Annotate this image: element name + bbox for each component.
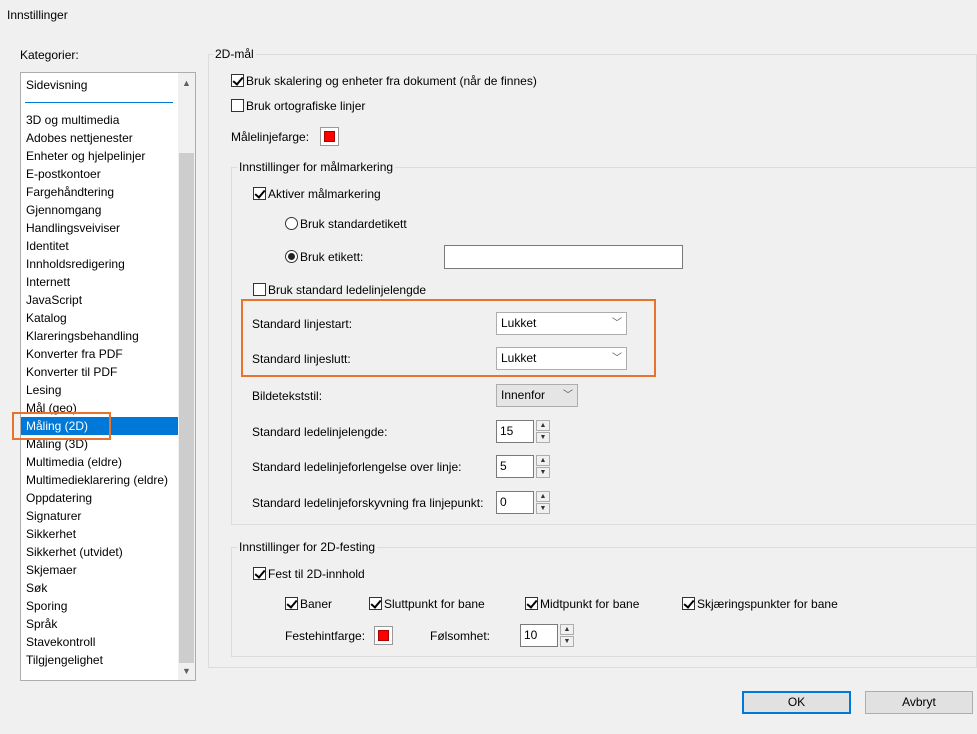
category-item[interactable]: Multimedieklarering (eldre) <box>25 471 178 489</box>
category-item[interactable]: Oppdatering <box>25 489 178 507</box>
enable-markup-label: Aktiver målmarkering <box>268 187 381 201</box>
leader-extension-label: Standard ledelinjeforlengelse over linje… <box>252 460 462 474</box>
cancel-button[interactable]: Avbryt <box>865 691 973 714</box>
leader-offset-label: Standard ledelinjeforskyvning fra linjep… <box>252 496 484 510</box>
category-item-sidevisning[interactable]: Sidevisning <box>25 76 178 94</box>
category-item[interactable]: Multimedia (eldre) <box>25 453 178 471</box>
spin-up-icon[interactable]: ▲ <box>536 455 550 466</box>
group-snap-title: Innstillinger for 2D-festing <box>237 540 378 554</box>
category-item[interactable]: Fargehåndtering <box>25 183 178 201</box>
snap-intersections-label: Skjæringspunkter for bane <box>697 597 838 611</box>
sensitivity-input[interactable]: 10 <box>520 624 558 647</box>
caption-style-label: Bildetekststil: <box>252 389 323 403</box>
leader-default-label: Bruk standard ledelinjelengde <box>268 283 427 297</box>
snap-midpoints-checkbox[interactable] <box>525 597 538 610</box>
category-list[interactable]: Sidevisning 3D og multimedia Adobes nettj… <box>20 72 196 681</box>
spin-up-icon[interactable]: ▲ <box>536 491 550 502</box>
category-item[interactable]: Signaturer <box>25 507 178 525</box>
category-item[interactable]: Konverter fra PDF <box>25 345 178 363</box>
ortho-lines-label: Bruk ortografiske linjer <box>246 99 366 113</box>
use-scale-checkbox[interactable] <box>231 74 244 87</box>
snap-intersections-checkbox[interactable] <box>682 597 695 610</box>
scroll-down-icon[interactable]: ▼ <box>178 663 195 680</box>
chevron-down-icon: ﹀ <box>563 390 573 401</box>
leader-offset-input[interactable]: 0 <box>496 491 534 514</box>
leader-default-checkbox[interactable] <box>253 283 266 296</box>
spin-down-icon[interactable]: ▼ <box>536 503 550 514</box>
line-settings-highlight <box>241 299 656 377</box>
hint-color-label: Festehintfarge: <box>285 629 366 643</box>
snap-content-label: Fest til 2D-innhold <box>268 567 365 581</box>
category-item[interactable]: Innholdsredigering <box>25 255 178 273</box>
leader-length-input[interactable]: 15 <box>496 420 534 443</box>
line-color-swatch[interactable] <box>320 127 339 146</box>
category-item[interactable]: Konverter til PDF <box>25 363 178 381</box>
categories-label: Kategorier: <box>20 48 79 62</box>
line-color-label: Målelinjefarge: <box>231 130 310 144</box>
group-2d-measure-title: 2D-mål <box>213 47 256 61</box>
category-item[interactable]: 3D og multimedia <box>25 111 178 129</box>
category-item[interactable]: Sikkerhet <box>25 525 178 543</box>
hint-color-swatch[interactable] <box>374 626 393 645</box>
category-separator <box>25 102 173 103</box>
radio-custom-label[interactable] <box>285 250 298 263</box>
category-item[interactable]: Språk <box>25 615 178 633</box>
snap-endpoints-checkbox[interactable] <box>369 597 382 610</box>
category-item[interactable]: E-postkontoer <box>25 165 178 183</box>
radio-default-text: Bruk standardetikett <box>300 217 407 231</box>
ok-button[interactable]: OK <box>742 691 851 714</box>
category-item[interactable]: Katalog <box>25 309 178 327</box>
category-item[interactable]: Gjennomgang <box>25 201 178 219</box>
category-item[interactable]: Sikkerhet (utvidet) <box>25 543 178 561</box>
scrollbar-thumb[interactable] <box>179 153 194 663</box>
radio-default-label[interactable] <box>285 217 298 230</box>
category-item[interactable]: Lesing <box>25 381 178 399</box>
spin-down-icon[interactable]: ▼ <box>536 432 550 443</box>
snap-paths-checkbox[interactable] <box>285 597 298 610</box>
selected-category-highlight <box>12 412 111 440</box>
window-title: Innstillinger <box>7 8 68 22</box>
category-item[interactable]: Søk <box>25 579 178 597</box>
spin-down-icon[interactable]: ▼ <box>560 636 574 647</box>
category-item[interactable]: Sporing <box>25 597 178 615</box>
category-item[interactable]: Internett <box>25 273 178 291</box>
category-item[interactable]: Handlingsveiviser <box>25 219 178 237</box>
enable-markup-checkbox[interactable] <box>253 187 266 200</box>
category-item[interactable]: Stavekontroll <box>25 633 178 651</box>
color-fill <box>378 630 389 641</box>
leader-extension-input[interactable]: 5 <box>496 455 534 478</box>
category-item[interactable]: JavaScript <box>25 291 178 309</box>
category-item[interactable]: Tilgjengelighet <box>25 651 178 669</box>
category-item[interactable]: Skjemaer <box>25 561 178 579</box>
color-fill <box>324 131 335 142</box>
category-item[interactable]: Identitet <box>25 237 178 255</box>
category-item[interactable]: Enheter og hjelpelinjer <box>25 147 178 165</box>
radio-custom-text: Bruk etikett: <box>300 250 364 264</box>
spin-up-icon[interactable]: ▲ <box>536 420 550 431</box>
sensitivity-label: Følsomhet: <box>430 629 491 643</box>
spin-down-icon[interactable]: ▼ <box>536 467 550 478</box>
use-scale-label: Bruk skalering og enheter fra dokument (… <box>246 74 537 88</box>
snap-endpoints-label: Sluttpunkt for bane <box>384 597 485 611</box>
snap-paths-label: Baner <box>300 597 333 611</box>
spin-up-icon[interactable]: ▲ <box>560 624 574 635</box>
snap-content-checkbox[interactable] <box>253 567 266 580</box>
ortho-lines-checkbox[interactable] <box>231 99 244 112</box>
caption-style-select[interactable]: Innenfor ﹀ <box>496 384 578 407</box>
category-item[interactable]: Klareringsbehandling <box>25 327 178 345</box>
caption-style-value: Innenfor <box>501 388 546 402</box>
category-scrollbar[interactable]: ▲ ▼ <box>178 73 195 680</box>
custom-label-input[interactable] <box>444 245 683 269</box>
category-item[interactable]: Adobes nettjenester <box>25 129 178 147</box>
scroll-up-icon[interactable]: ▲ <box>178 75 195 92</box>
leader-length-label: Standard ledelinjelengde: <box>252 425 388 439</box>
snap-midpoints-label: Midtpunkt for bane <box>540 597 640 611</box>
group-markup-title: Innstillinger for målmarkering <box>237 160 396 174</box>
